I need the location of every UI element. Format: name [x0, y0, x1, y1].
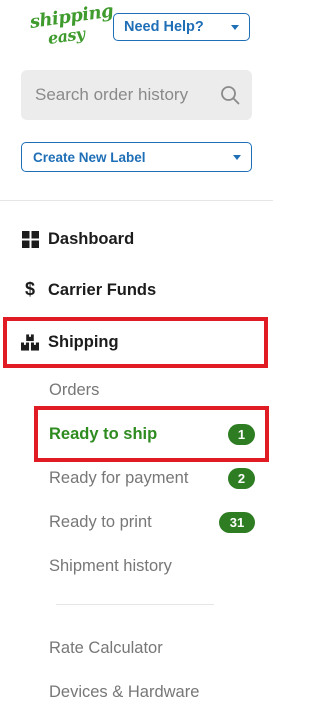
count-badge: 2	[228, 468, 255, 489]
create-new-label-text: Create New Label	[33, 149, 146, 165]
search-box	[21, 70, 252, 120]
create-new-label-button[interactable]: Create New Label	[21, 142, 252, 172]
nav-label-dashboard: Dashboard	[48, 229, 135, 248]
search-icon[interactable]	[220, 85, 240, 105]
sidebar-label-ready-to-print: Ready to print	[49, 512, 152, 531]
sidebar-label-rate-calculator: Rate Calculator	[49, 638, 163, 657]
count-badge: 31	[219, 512, 255, 533]
dashboard-icon	[21, 230, 39, 248]
sidebar-item-orders[interactable]: Orders	[0, 370, 273, 410]
sidebar-label-ready-for-payment: Ready for payment	[49, 468, 189, 487]
divider	[0, 200, 273, 201]
nav-item-shipping[interactable]: Shipping	[0, 320, 273, 364]
nav-item-carrier-funds[interactable]: $ Carrier Funds	[0, 268, 273, 312]
sidebar-label-ready-to-ship: Ready to ship	[49, 424, 158, 443]
dollar-icon: $	[24, 278, 35, 299]
count-badge: 1	[228, 424, 255, 445]
sidebar-label-shipment-history: Shipment history	[49, 556, 172, 575]
sidebar-item-ready-for-payment[interactable]: Ready for payment 2	[0, 458, 273, 498]
sidebar-item-ready-to-ship[interactable]: Ready to ship 1	[0, 414, 273, 454]
search-input[interactable]	[33, 84, 217, 106]
shippingeasy-logo[interactable]: shipping easy	[29, 0, 115, 48]
sidebar-item-rate-calculator[interactable]: Rate Calculator	[0, 628, 273, 668]
sidebar-item-ready-to-print[interactable]: Ready to print 31	[0, 502, 273, 542]
nav-label-shipping: Shipping	[48, 332, 119, 351]
sidebar-label-orders: Orders	[49, 380, 100, 399]
chevron-down-icon	[231, 25, 239, 30]
divider	[56, 604, 214, 605]
chevron-down-icon	[233, 155, 241, 160]
sidebar-label-devices-hardware: Devices & Hardware	[49, 682, 200, 701]
sidebar-item-devices-hardware[interactable]: Devices & Hardware	[0, 672, 273, 712]
need-help-button[interactable]: Need Help?	[113, 13, 250, 41]
sidebar-item-shipment-history[interactable]: Shipment history	[0, 546, 273, 586]
logo-text-line2: easy	[46, 23, 86, 48]
nav-label-carrier-funds: Carrier Funds	[48, 280, 157, 299]
boxes-icon	[21, 333, 39, 351]
nav-item-dashboard[interactable]: Dashboard	[0, 217, 273, 261]
need-help-label: Need Help?	[124, 19, 204, 35]
